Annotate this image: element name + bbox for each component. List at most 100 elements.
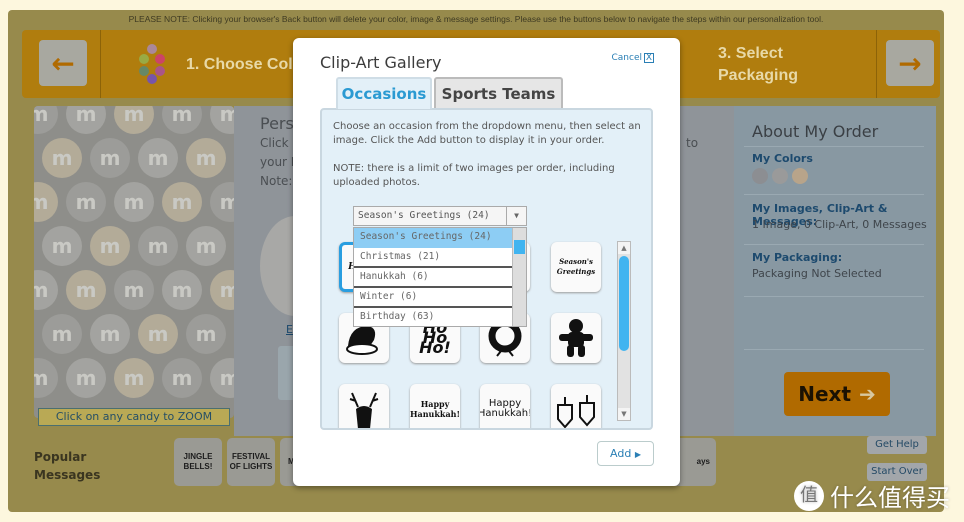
candy[interactable]: m [210,270,234,310]
arrow-left-icon: ← [51,46,75,80]
candy-preview[interactable]: mmmmmmmmmmmmmmmmmmmmmmmmmmmmmmmmmmmmmmmm… [34,106,234,418]
candy[interactable]: m [66,182,106,222]
next-label: Next [798,382,851,406]
candy[interactable]: m [90,314,130,354]
message-festival-of-lights[interactable]: FESTIVAL OF LIGHTS [227,438,275,486]
scroll-up-icon[interactable]: ▲ [618,242,630,254]
option-seasons-greetings[interactable]: Season's Greetings (24) [354,228,514,248]
message-jingle-bells[interactable]: JINGLE BELLS! [174,438,222,486]
step-3-line2: Packaging [718,67,799,84]
edit-link[interactable]: E [286,320,293,339]
popular-messages-label: Popular Messages [34,448,100,484]
arrow-right-icon: → [898,46,922,80]
candy[interactable]: m [34,182,58,222]
candy[interactable]: m [138,138,178,178]
tab-occasions[interactable]: Occasions [336,77,432,109]
color-swatch [792,168,808,184]
candy[interactable]: m [138,314,178,354]
clipart-tile-seasons-greetings[interactable]: Season's Greetings [551,242,601,292]
my-colors-label: My Colors [752,152,813,165]
clip-art-gallery-dialog: Clip-Art Gallery Cancel X Sports Teams Ch… [293,38,680,486]
candy[interactable]: m [114,270,154,310]
tab-sports-teams[interactable]: Sports Teams [434,77,563,109]
candy[interactable]: m [34,270,58,310]
clipart-tile-reindeer[interactable] [339,384,389,428]
my-packaging-label: My Packaging: [752,251,843,264]
reindeer-icon [349,392,379,428]
candy[interactable]: m [162,270,202,310]
candy[interactable]: m [66,270,106,310]
candy[interactable]: m [210,182,234,222]
scroll-down-icon[interactable]: ▼ [618,408,630,420]
clipart-tile-happy-hanukkah[interactable]: Happy Hanukkah! [410,384,460,428]
cancel-label: Cancel [611,53,643,63]
watermark-logo: 值什么值得买 [794,478,950,513]
candy[interactable]: m [186,226,226,266]
color-swatch [752,168,768,184]
next-step-button[interactable]: → [886,40,934,86]
arrow-right-icon: ➔ [859,382,876,406]
about-my-order-panel: About My Order My Colors My Images, Clip… [734,106,936,436]
step-1-choose-colors[interactable]: 1. Choose Colo [186,56,302,74]
candy[interactable]: m [162,182,202,222]
prev-step-button[interactable]: ← [39,40,87,86]
gallery-scrollbar[interactable]: ▲ ▼ [617,241,631,421]
get-help-button[interactable]: Get Help [867,436,927,454]
add-button[interactable]: Add ▶ [597,441,654,466]
cancel-button[interactable]: Cancel X [611,53,654,63]
candy[interactable]: m [42,226,82,266]
gingerbread-man-icon [559,319,593,357]
step-3-select-packaging[interactable]: 3. Select Packaging [718,43,798,87]
candy[interactable]: m [210,358,234,398]
select-value: Season's Greetings (24) [358,210,490,221]
candy[interactable]: m [114,358,154,398]
candy[interactable]: m [162,358,202,398]
option-hanukkah[interactable]: Hanukkah (6) [354,268,514,288]
add-label: Add [610,447,632,460]
clipart-tile-gingerbread-man[interactable] [551,313,601,363]
option-christmas[interactable]: Christmas (21) [354,248,514,268]
label-line: Messages [34,468,101,482]
back-button-notice: PLEASE NOTE: Clicking your browser's Bac… [128,14,824,24]
caret-right-icon: ▶ [634,450,641,459]
candy[interactable]: m [114,182,154,222]
dialog-title: Clip-Art Gallery [320,53,442,72]
about-title: About My Order [752,122,879,141]
candy[interactable]: m [34,358,58,398]
image-limit-note: NOTE: there is a limit of two images per… [333,163,615,188]
candy[interactable]: m [42,314,82,354]
candy[interactable]: m [66,106,106,134]
clipart-tile-happy-hanukkah-2[interactable]: Happy Hanukkah! [480,384,530,428]
scroll-thumb[interactable] [619,256,629,351]
candy[interactable]: m [210,106,234,134]
candy[interactable]: m [186,138,226,178]
occasion-dropdown-list: Season's Greetings (24) Christmas (21) H… [353,227,527,327]
option-winter[interactable]: Winter (6) [354,288,514,308]
candy[interactable]: m [114,106,154,134]
candy[interactable]: m [66,358,106,398]
my-packaging-value: Packaging Not Selected [752,267,882,280]
my-images-value: 1 Image, 0 Clip-Art, 0 Messages [752,218,927,231]
occasion-select[interactable]: Season's Greetings (24) ▼ [353,206,527,226]
dropdown-scrollbar[interactable] [512,228,526,326]
instructions: Choose an occasion from the dropdown men… [333,121,641,146]
dreidel-icon [557,395,595,428]
candy[interactable]: m [90,138,130,178]
candy[interactable]: m [42,138,82,178]
option-birthday[interactable]: Birthday (63) [354,308,514,328]
candy-icon [137,44,169,84]
instruction-line: Note: [260,174,293,188]
instruction-fragment: to [686,136,699,150]
next-button[interactable]: Next ➔ [784,372,890,416]
candy[interactable]: m [90,226,130,266]
dropdown-scroll-thumb[interactable] [514,240,525,254]
chevron-down-icon[interactable]: ▼ [506,207,526,225]
candy[interactable]: m [138,226,178,266]
candy[interactable]: m [162,106,202,134]
close-icon: X [644,53,654,63]
candy[interactable]: m [186,314,226,354]
candy[interactable]: m [34,106,58,134]
instruction-line: Click [260,136,289,150]
color-swatch [772,168,788,184]
clipart-tile-dreidels[interactable] [551,384,601,428]
